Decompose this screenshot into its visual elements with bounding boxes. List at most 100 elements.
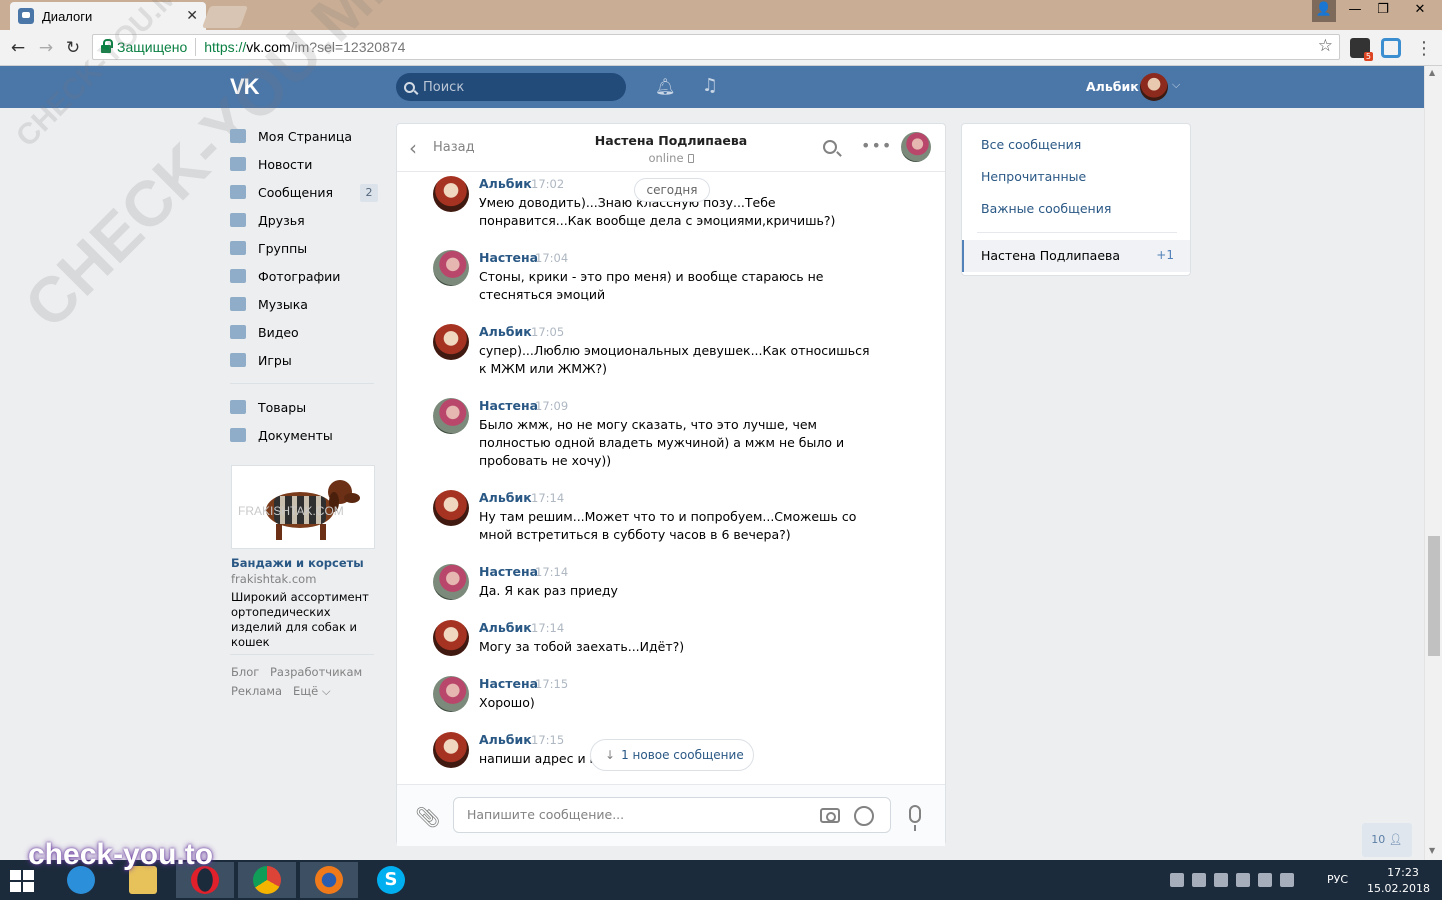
camera-icon[interactable]: [820, 808, 840, 823]
message[interactable]: Альбик 17:05 супер)...Люблю эмоциональны…: [433, 324, 893, 380]
emoji-icon[interactable]: [854, 806, 874, 826]
scrollbar-thumb[interactable]: [1428, 536, 1440, 656]
tab-close-icon[interactable]: ✕: [186, 8, 198, 24]
close-window-button[interactable]: ✕: [1398, 0, 1442, 22]
avatar[interactable]: [433, 620, 469, 656]
windows-start-icon[interactable]: [10, 870, 36, 892]
vk-logo[interactable]: VK: [230, 74, 260, 100]
message[interactable]: Настена 17:15 Хорошо): [433, 676, 893, 714]
page-scrollbar[interactable]: ▲ ▼: [1424, 66, 1442, 860]
contact-avatar[interactable]: [901, 132, 931, 162]
sidebar-item-messages[interactable]: Сообщения 2: [230, 178, 380, 206]
message-author[interactable]: Альбик: [479, 620, 532, 635]
music-player-icon[interactable]: ♫: [701, 75, 719, 96]
avatar[interactable]: [433, 490, 469, 526]
clock-time[interactable]: 17:23: [1383, 866, 1423, 879]
chevron-down-icon[interactable]: ⌵: [1172, 78, 1180, 92]
message-author[interactable]: Настена: [479, 398, 538, 413]
new-tab-button[interactable]: [201, 6, 249, 28]
reload-icon[interactable]: ↻: [63, 38, 83, 58]
message-input[interactable]: Напишите сообщение...: [453, 797, 891, 833]
profile-icon[interactable]: 👤: [1312, 0, 1336, 22]
notifications-bell-icon[interactable]: 🔔︎: [655, 77, 675, 96]
filter-unread[interactable]: Непрочитанные: [981, 169, 1086, 184]
tray-monitor-icon[interactable]: [1258, 873, 1272, 887]
message[interactable]: Альбик 17:14 Могу за тобой заехать...Идё…: [433, 620, 893, 658]
message-author[interactable]: Настена: [479, 564, 538, 579]
clock-date[interactable]: 15.02.2018: [1367, 882, 1430, 895]
ad-title[interactable]: Бандажи и корсеты: [231, 556, 364, 570]
tray-network-icon[interactable]: [1170, 873, 1184, 887]
message[interactable]: Настена 17:09 Было жмж, но не могу сказа…: [433, 398, 893, 472]
restore-button[interactable]: ❐: [1368, 0, 1398, 22]
footer-link-developers[interactable]: Разработчикам: [270, 665, 362, 679]
message-author[interactable]: Альбик: [479, 490, 532, 505]
avatar[interactable]: [433, 676, 469, 712]
sidebar-item-games[interactable]: Игры: [230, 346, 380, 374]
tray-app-icon[interactable]: [1192, 873, 1206, 887]
footer-link-blog[interactable]: Блог: [231, 665, 259, 679]
footer-link-ads[interactable]: Реклама: [231, 684, 282, 698]
sidebar-item-video[interactable]: Видео: [230, 318, 380, 346]
tray-skype-icon[interactable]: [1214, 873, 1228, 887]
sidebar-item-groups[interactable]: Группы: [230, 234, 380, 262]
new-message-button[interactable]: ↓ 1 новое сообщение: [590, 739, 754, 771]
sidebar-item-documents[interactable]: Документы: [230, 421, 380, 449]
message-author[interactable]: Альбик: [479, 176, 532, 191]
vk-favicon-icon: [18, 8, 34, 24]
ad-domain[interactable]: frakishtak.com: [231, 572, 316, 586]
search-icon[interactable]: [823, 140, 837, 154]
minimize-button[interactable]: —: [1340, 0, 1370, 22]
browser-tab[interactable]: Диалоги ✕: [10, 2, 206, 30]
online-friends-button[interactable]: 10 👤︎: [1362, 823, 1412, 857]
avatar[interactable]: [1140, 73, 1168, 101]
avatar[interactable]: [433, 732, 469, 768]
browser-toolbar: ← → ↻ Защищено https://vk.com/im?sel=123…: [0, 30, 1442, 66]
avatar[interactable]: [433, 176, 469, 212]
avatar[interactable]: [433, 564, 469, 600]
keyboard-language[interactable]: РУС: [1327, 873, 1348, 886]
taskbar-chrome[interactable]: [238, 862, 296, 898]
sidebar-item-my-page[interactable]: Моя Страница: [230, 122, 380, 150]
more-options-icon[interactable]: •••: [861, 136, 892, 155]
taskbar-skype[interactable]: S: [362, 862, 420, 898]
microphone-icon[interactable]: [909, 805, 921, 831]
ad-description[interactable]: Широкий ассортимент ортопедических издел…: [231, 590, 381, 650]
tray-volume-icon[interactable]: [1280, 873, 1294, 887]
mobile-phone-icon: [687, 154, 694, 163]
ad-image[interactable]: FRAKISHTAK.COM: [231, 465, 375, 549]
footer-link-more[interactable]: Ещё ⌵: [293, 684, 331, 699]
message-author[interactable]: Альбик: [479, 732, 532, 747]
filter-important[interactable]: Важные сообщения: [981, 201, 1111, 216]
avatar[interactable]: [433, 250, 469, 286]
bookmark-star-icon[interactable]: ☆: [1318, 36, 1333, 56]
sidebar-item-music[interactable]: Музыка: [230, 290, 380, 318]
shield-extension-icon[interactable]: [1381, 38, 1401, 58]
search-input[interactable]: Поиск: [396, 73, 626, 101]
back-arrow-icon[interactable]: ←: [8, 38, 28, 58]
forward-arrow-icon[interactable]: →: [36, 38, 56, 58]
sidebar-item-friends[interactable]: Друзья: [230, 206, 380, 234]
sidebar-item-goods[interactable]: Товары: [230, 393, 380, 421]
active-dialog-item[interactable]: Настена Подлипаева +1: [962, 240, 1190, 272]
extension-icon[interactable]: 5: [1350, 38, 1373, 61]
message-author[interactable]: Настена: [479, 250, 538, 265]
message[interactable]: Настена 17:04 Стоны, крики - это про мен…: [433, 250, 893, 306]
avatar[interactable]: [433, 398, 469, 434]
scroll-up-arrow-icon[interactable]: ▲: [1429, 68, 1435, 77]
attach-paperclip-icon[interactable]: 📎︎: [415, 805, 440, 829]
browser-menu-icon[interactable]: ⋮: [1414, 38, 1434, 59]
taskbar-firefox[interactable]: [300, 862, 358, 898]
scroll-down-arrow-icon[interactable]: ▼: [1429, 846, 1435, 855]
message-author[interactable]: Настена: [479, 676, 538, 691]
sidebar-item-news[interactable]: Новости: [230, 150, 380, 178]
user-name[interactable]: Альбик: [1086, 79, 1139, 94]
message[interactable]: Альбик 17:14 Ну там решим...Может что то…: [433, 490, 893, 546]
filter-all-messages[interactable]: Все сообщения: [981, 137, 1081, 152]
sidebar-item-photos[interactable]: Фотографии: [230, 262, 380, 290]
tray-flag-icon[interactable]: [1236, 873, 1250, 887]
message-author[interactable]: Альбик: [479, 324, 532, 339]
avatar[interactable]: [433, 324, 469, 360]
address-bar[interactable]: Защищено https://vk.com/im?sel=12320874 …: [92, 34, 1340, 60]
message[interactable]: Настена 17:14 Да. Я как раз приеду: [433, 564, 893, 602]
